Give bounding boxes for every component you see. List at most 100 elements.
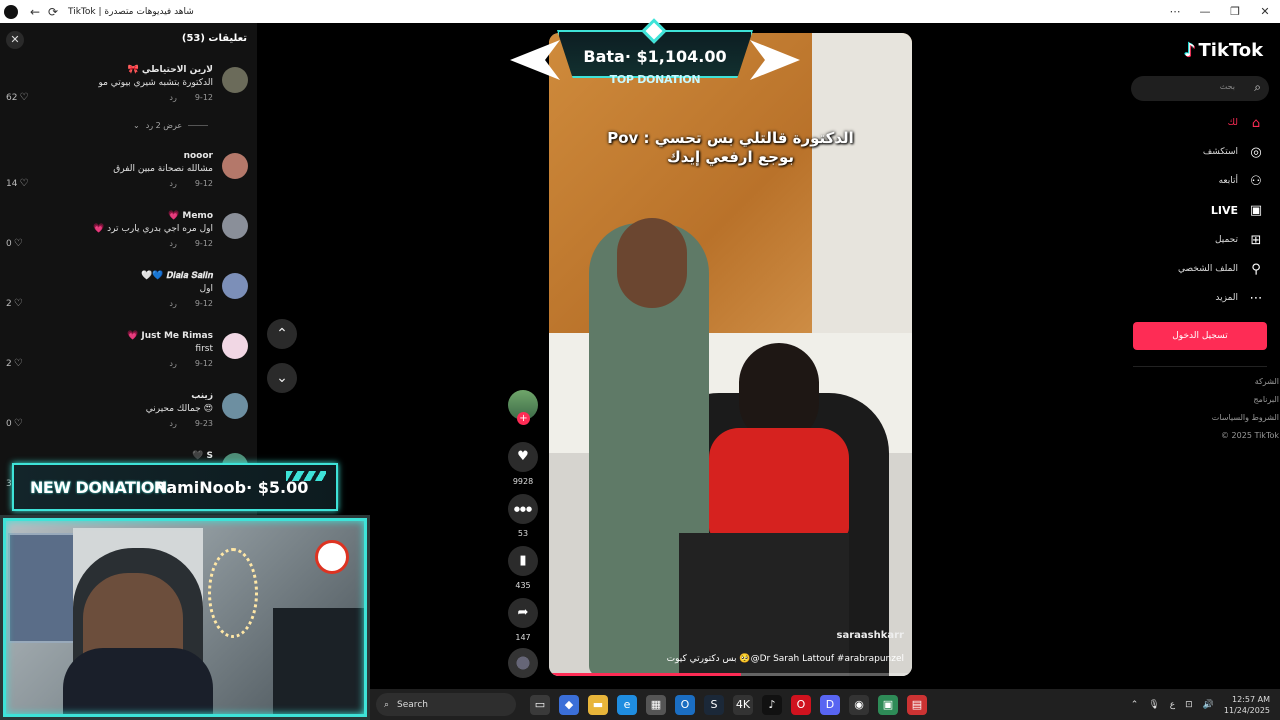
network-icon[interactable]: ⊡	[1185, 700, 1193, 710]
comment-username[interactable]: S 🖤	[192, 451, 213, 461]
comment-like-button[interactable]: 0 ♡	[6, 418, 23, 429]
language-indicator[interactable]: ع	[1170, 700, 1175, 710]
comment-like-button[interactable]: 14 ♡	[6, 178, 28, 189]
taskbar-app-ms-store-icon[interactable]: ▦	[646, 694, 666, 715]
reply-button[interactable]: رد	[169, 93, 176, 102]
sidebar-divider	[1133, 366, 1267, 367]
creator-avatar-button[interactable]: +	[505, 390, 541, 425]
patient-figure	[709, 428, 849, 538]
share-button[interactable]: ➦ 147	[505, 598, 541, 642]
tray-overflow-icon[interactable]: ⌃	[1131, 700, 1139, 710]
comment-like-button[interactable]: 2 ♡	[6, 358, 23, 369]
sidebar-item-more[interactable]: المزيد ⋯	[1144, 288, 1264, 308]
comment-username[interactable]: nooor	[184, 151, 213, 161]
close-comments-button[interactable]: ✕	[6, 31, 24, 49]
volume-icon[interactable]: 🔊	[1203, 700, 1214, 710]
taskbar-app-tiktok-icon[interactable]: ♪	[762, 694, 782, 715]
comment-username[interactable]: 𝑫𝒊𝒂𝒍𝒂 𝑺𝒂𝒍𝒊𝒏 💙🤍	[141, 271, 213, 281]
search-icon[interactable]: ⌕	[1254, 80, 1261, 95]
taskbar-app-4k-icon[interactable]: 4K	[733, 694, 753, 715]
save-button[interactable]: ▮ 435	[505, 546, 541, 590]
comment-like-button[interactable]: 2 ♡	[6, 298, 23, 309]
footer-link[interactable]: الشروط والسياسات	[1212, 413, 1279, 422]
sidebar-item-explore[interactable]: استكشف ◎	[1144, 142, 1264, 162]
avatar[interactable]	[222, 153, 248, 179]
save-count: 435	[515, 581, 531, 590]
heart-outline-icon: ♡	[13, 298, 23, 309]
microphone-icon[interactable]: 🎙	[1148, 700, 1159, 710]
video-progress-bar[interactable]	[549, 673, 912, 676]
menu-button[interactable]: ⋯	[1160, 5, 1190, 18]
comment-like-button[interactable]: 0 ♡	[6, 238, 23, 249]
top-donation-overlay: Bata· $1,104.00 TOP DONATION	[505, 18, 805, 92]
view-replies-button[interactable]: ⌄ عرض 2 رد	[133, 121, 209, 130]
top-donation-label: TOP DONATION	[609, 73, 701, 86]
avatar[interactable]	[222, 213, 248, 239]
reply-button[interactable]: رد	[169, 419, 176, 428]
new-donation-banner: NEW DONATION RamiNoob· $5.00	[12, 463, 338, 511]
heart-outline-icon: ♡	[13, 238, 23, 249]
comment-username[interactable]: Memo 💗	[168, 211, 213, 221]
comment-like-button[interactable]: 62 ♡	[6, 92, 28, 103]
taskbar-app-task-view-icon[interactable]: ▭	[530, 694, 550, 715]
footer-link[interactable]: البرنامج	[1253, 395, 1279, 404]
browser-titlebar: ← ⟳ TikTok | شاهد فيديوهات متصدرة ⋯ — ❐ …	[0, 0, 1280, 23]
taskbar-app-obs-icon[interactable]: ◉	[849, 694, 869, 715]
comment-username[interactable]: زينب	[191, 391, 213, 401]
avatar[interactable]	[222, 67, 248, 93]
taskbar-app-files-icon[interactable]: ▬	[588, 694, 608, 715]
taskbar-app-store-icon[interactable]: ◆	[559, 694, 579, 715]
search-input[interactable]: بحث ⌕	[1131, 76, 1269, 101]
taskbar-search[interactable]: ⌕ Search	[376, 693, 516, 716]
comment-username[interactable]: Just Me Rimas 💗	[127, 331, 213, 341]
like-button[interactable]: ♥ 9928	[505, 442, 541, 486]
sidebar-item-upload[interactable]: تحميل ⊞	[1144, 230, 1264, 250]
taskbar-app-app-icon[interactable]: ▤	[907, 694, 927, 715]
taskbar-app-discord-icon[interactable]: D	[820, 694, 840, 715]
next-video-button[interactable]: ⌄	[267, 363, 297, 393]
bookmark-icon: ▮	[508, 546, 538, 576]
music-disc-icon[interactable]	[508, 648, 538, 678]
avatar[interactable]	[222, 273, 248, 299]
reply-button[interactable]: رد	[169, 179, 176, 188]
sidebar-item-following[interactable]: أتابعه ⚇	[1144, 171, 1264, 191]
comment-like-count: 62	[6, 92, 18, 103]
back-button[interactable]: ←	[26, 5, 44, 19]
video-player[interactable]: الدكتورة قالتلي بس تحسي : Pov بوجع ارفعي…	[549, 33, 912, 676]
restore-button[interactable]: ❐	[1220, 5, 1250, 18]
webcam-overlay	[0, 515, 370, 720]
comment-username[interactable]: لارين الاحتياطي 🎀	[128, 65, 213, 75]
video-author[interactable]: saraashkarr	[837, 630, 904, 641]
sidebar-item-for-you[interactable]: لك ⌂	[1144, 113, 1264, 133]
reply-button[interactable]: رد	[169, 239, 176, 248]
search-icon: ⌕	[384, 699, 390, 710]
taskbar-app-opera-icon[interactable]: O	[791, 694, 811, 715]
chevron-down-icon: ⌄	[133, 121, 140, 130]
footer-link[interactable]: الشركة	[1255, 377, 1279, 386]
reload-button[interactable]: ⟳	[44, 5, 62, 19]
taskbar-clock[interactable]: 12:57 AM 11/24/2025	[1224, 694, 1270, 716]
close-window-button[interactable]: ✕	[1250, 5, 1280, 18]
taskbar-app-steam-icon[interactable]: S	[704, 694, 724, 715]
sidebar-item-live[interactable]: LIVE ▣	[1144, 200, 1264, 220]
heart-outline-icon: ♡	[13, 418, 23, 429]
comment-button[interactable]: ●●● 53	[505, 494, 541, 538]
previous-video-button[interactable]: ⌃	[267, 319, 297, 349]
comment-meta: رد 9-12	[169, 179, 213, 188]
minimize-button[interactable]: —	[1190, 5, 1220, 18]
reply-button[interactable]: رد	[169, 359, 176, 368]
video-description: بس دكتورتي كيوت 🥺@Dr Sarah Lattouf #arab…	[666, 654, 904, 664]
comment-like-count: 0	[6, 238, 12, 249]
avatar[interactable]	[222, 333, 248, 359]
taskbar-app-edge-icon[interactable]: e	[617, 694, 637, 715]
like-count: 9928	[512, 477, 534, 486]
login-button[interactable]: تسجيل الدخول	[1133, 322, 1267, 350]
avatar[interactable]	[222, 393, 248, 419]
taskbar-app-chat-icon[interactable]: ▣	[878, 694, 898, 715]
tiktok-logo[interactable]: ♪ TikTok	[1184, 40, 1263, 61]
taskbar-app-outlook-icon[interactable]: O	[675, 694, 695, 715]
follow-plus-icon[interactable]: +	[517, 412, 530, 425]
comment-date: 9-12	[194, 239, 213, 248]
sidebar-item-profile[interactable]: الملف الشخصي ⚲	[1144, 259, 1264, 279]
reply-button[interactable]: رد	[169, 299, 176, 308]
